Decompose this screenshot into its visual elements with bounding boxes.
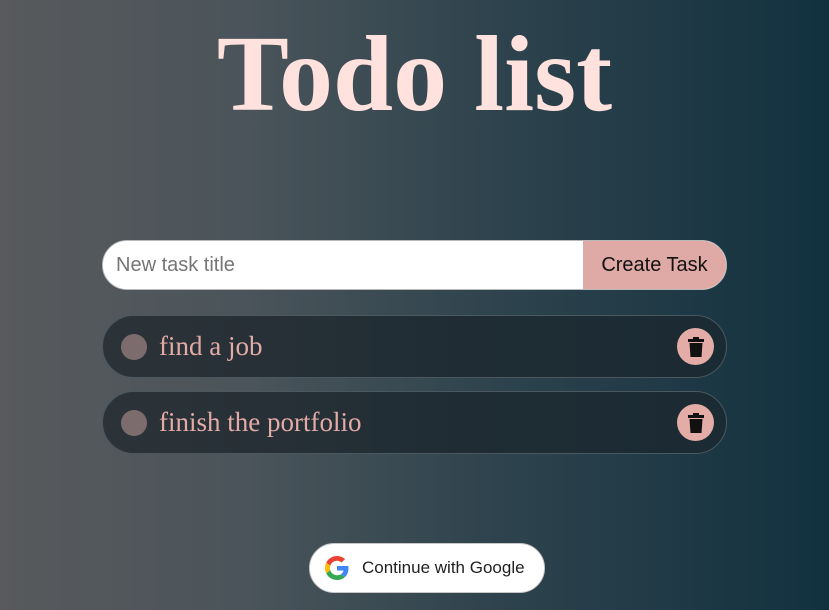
delete-task-button[interactable]	[677, 328, 714, 365]
create-task-button[interactable]: Create Task	[583, 241, 726, 289]
delete-task-button[interactable]	[677, 404, 714, 441]
new-task-form: Create Task	[102, 240, 727, 290]
task-item: find a job	[102, 315, 727, 378]
continue-with-google-button[interactable]: Continue with Google	[309, 543, 545, 593]
google-button-label: Continue with Google	[362, 558, 525, 577]
task-list: find a job finish the portfolio	[102, 315, 727, 467]
task-title: finish the portfolio	[159, 407, 362, 437]
task-checkbox[interactable]	[121, 409, 147, 436]
trash-icon	[687, 336, 704, 357]
task-title: find a job	[159, 331, 263, 361]
task-item: finish the portfolio	[102, 391, 727, 454]
google-logo-icon	[324, 555, 350, 581]
trash-icon	[687, 412, 704, 433]
task-checkbox[interactable]	[121, 333, 147, 360]
new-task-input[interactable]	[103, 241, 583, 289]
page-title: Todo list	[216, 15, 613, 134]
